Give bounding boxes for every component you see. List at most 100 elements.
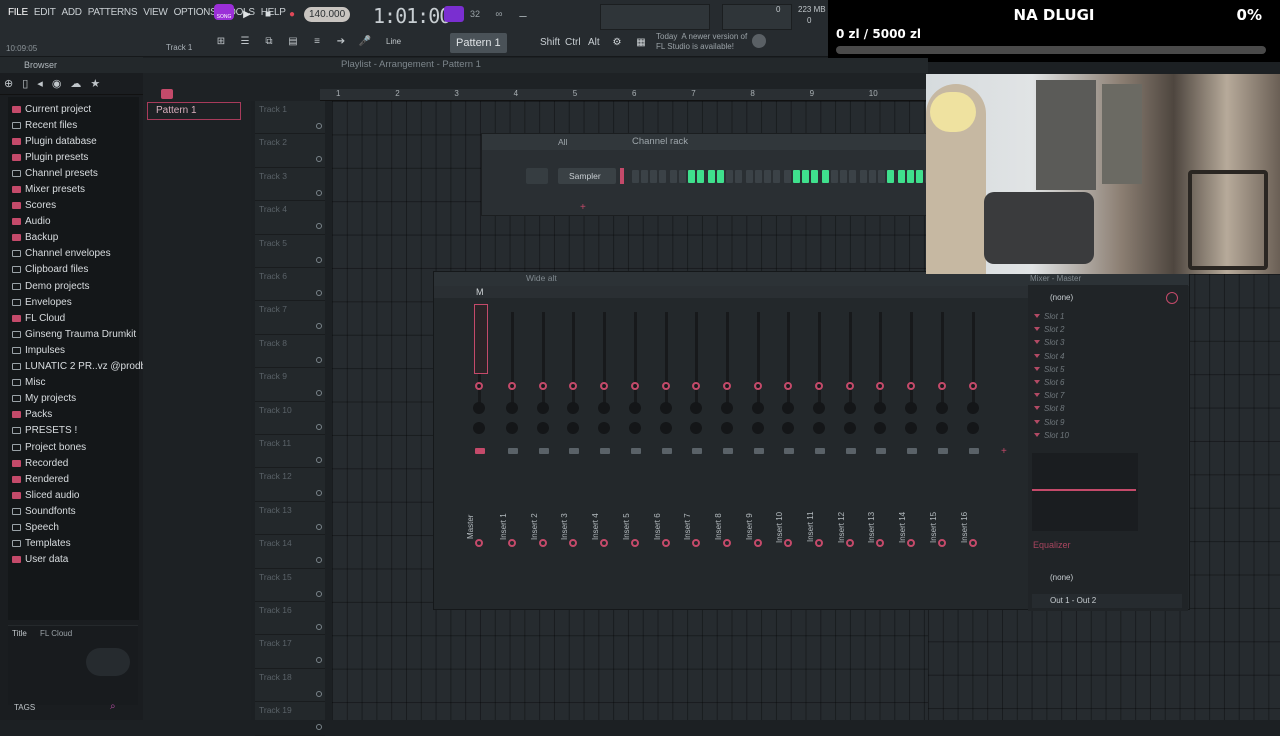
step-button[interactable] [717, 170, 724, 183]
track-header[interactable]: Track 8 [255, 335, 325, 369]
volume-knob[interactable] [628, 402, 641, 414]
volume-fader[interactable] [475, 448, 485, 454]
track-mute-icon[interactable] [316, 624, 322, 630]
step-button[interactable] [746, 170, 753, 183]
browser-item[interactable]: FL Cloud [8, 310, 139, 326]
track-mute-icon[interactable] [316, 657, 322, 664]
route-icon[interactable] [937, 539, 946, 547]
stereo-knob[interactable] [536, 422, 549, 434]
step-button[interactable] [869, 170, 876, 183]
browser-item[interactable]: Audio [8, 214, 139, 230]
stereo-knob[interactable] [473, 422, 485, 434]
stereo-knob[interactable] [598, 422, 611, 434]
volume-knob[interactable] [659, 402, 672, 414]
cloud-icon[interactable]: ☁ [70, 77, 81, 90]
volume-knob[interactable] [751, 402, 764, 414]
pan-knob[interactable] [538, 382, 547, 390]
track-mute-icon[interactable] [316, 156, 322, 163]
browser-item[interactable]: Speech [8, 519, 139, 535]
volume-knob[interactable] [813, 402, 825, 414]
volume-knob[interactable] [506, 402, 518, 414]
volume-fader[interactable] [784, 448, 795, 454]
input-select[interactable]: (none) [1032, 292, 1162, 305]
browser-item[interactable]: Current project [8, 101, 139, 117]
browser-item[interactable]: LUNATIC 2 PR..vz @prodbufu [8, 359, 160, 375]
timeline-ruler[interactable]: 1 2 3 4 5 6 7 8 9 10 [320, 89, 928, 101]
route-icon[interactable] [753, 539, 762, 547]
insert-strip[interactable]: Insert 16 [960, 302, 987, 597]
browser-item[interactable]: Recent files [8, 117, 139, 133]
tempo-display[interactable]: 140.000 [304, 7, 351, 22]
browser-item[interactable]: User data [8, 552, 139, 568]
browser-item[interactable]: Soundfonts [8, 503, 139, 519]
step-button[interactable] [773, 170, 780, 183]
browser-item[interactable]: PRESETS ! [8, 423, 139, 439]
track-header[interactable]: Track 13 [255, 502, 325, 536]
channel-select[interactable] [620, 168, 624, 184]
step-button[interactable] [849, 170, 856, 183]
browser-item[interactable]: Packs [8, 407, 139, 423]
browser-item[interactable]: Rendered [8, 471, 139, 487]
track-header[interactable]: Track 6 [255, 268, 325, 302]
volume-fader[interactable] [845, 448, 856, 454]
browser-item[interactable]: Misc [8, 375, 139, 391]
step-button[interactable] [811, 170, 818, 183]
ctrl-button[interactable]: Ctrl [565, 37, 581, 48]
browser-item[interactable]: Envelopes [8, 294, 139, 310]
stereo-knob[interactable] [506, 422, 518, 434]
browser-item[interactable]: Project bones [8, 439, 139, 455]
volume-fader[interactable] [968, 448, 979, 454]
track-header[interactable]: Track 1 [255, 101, 325, 135]
pan-knob[interactable] [722, 382, 731, 390]
step-button[interactable] [632, 170, 639, 183]
snap-select[interactable]: Line [386, 37, 401, 46]
shift-button[interactable]: Shift [540, 37, 560, 48]
plugin-icon[interactable]: ◉ [52, 77, 62, 90]
pattern-icon[interactable] [161, 89, 173, 99]
stereo-knob[interactable] [720, 422, 733, 434]
volume-fader[interactable] [538, 448, 549, 454]
browser-item[interactable]: Channel presets [8, 165, 139, 181]
effect-slot[interactable]: Slot 3 [1028, 336, 1178, 349]
gear-icon[interactable]: ⚙ [608, 34, 626, 50]
stereo-knob[interactable] [966, 422, 979, 434]
volume-knob[interactable] [690, 402, 703, 414]
route-icon[interactable] [661, 539, 670, 547]
track-header[interactable]: Track 12 [255, 468, 325, 502]
insert-strip[interactable]: Insert 12 [837, 302, 864, 597]
route-icon[interactable] [968, 539, 977, 547]
browser-item[interactable]: Scores [8, 198, 139, 214]
browser-item[interactable]: Ginseng Trauma Drumkit [8, 326, 139, 342]
route-icon[interactable] [815, 539, 823, 547]
pan-knob[interactable] [692, 382, 701, 390]
clock-icon[interactable] [1166, 292, 1178, 304]
mode-badge[interactable]: SONG [214, 4, 234, 20]
volume-fader[interactable] [907, 448, 918, 454]
news-icon[interactable]: ▦ [632, 34, 650, 50]
effect-slot[interactable]: Slot 2 [1028, 323, 1178, 336]
step-button[interactable] [679, 170, 686, 183]
piano-roll-icon[interactable]: ⧉ [260, 33, 278, 49]
menu-item[interactable]: FILE [6, 7, 30, 18]
step-button[interactable] [641, 170, 648, 183]
pan-knob[interactable] [569, 382, 578, 390]
insert-strip[interactable]: Insert 14 [898, 302, 925, 597]
browser-item[interactable]: Demo projects [8, 278, 139, 294]
track-mute-icon[interactable] [316, 690, 322, 697]
channel-button[interactable]: Sampler [558, 168, 616, 184]
metronome-icon[interactable] [444, 6, 464, 22]
volume-fader[interactable] [569, 448, 580, 454]
pan-knob[interactable] [630, 382, 639, 390]
track-mute-icon[interactable] [316, 523, 322, 530]
step-button[interactable] [860, 170, 867, 183]
track-mute-icon[interactable] [316, 189, 322, 196]
volume-fader[interactable] [661, 448, 672, 454]
track-mute-icon[interactable] [316, 290, 322, 296]
stereo-knob[interactable] [690, 422, 703, 434]
step-button[interactable] [650, 170, 657, 183]
step-icon[interactable]: ⚊ [514, 6, 532, 22]
star-icon[interactable]: ★ [90, 77, 100, 90]
pan-knob[interactable] [815, 382, 823, 390]
track-mute-icon[interactable] [316, 223, 322, 230]
pan-knob[interactable] [475, 382, 483, 390]
